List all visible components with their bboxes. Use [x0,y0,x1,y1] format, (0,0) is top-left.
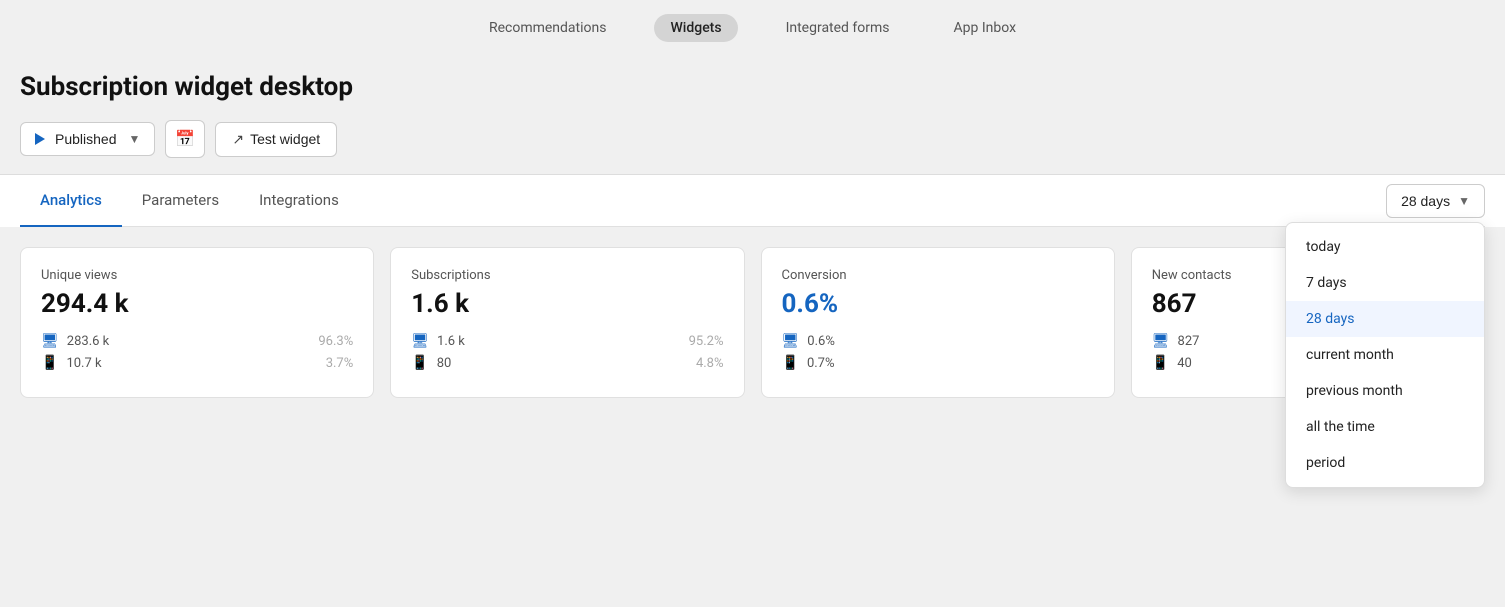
stat-row-pct: 4.8% [696,356,724,371]
mobile-icon: 📱 [41,355,58,371]
days-dropdown-menu: today7 days28 dayscurrent monthprevious … [1285,222,1485,488]
mobile-icon: 📱 [1152,355,1169,371]
stat-row-desktop: 🖥 0.6% [782,333,1094,349]
test-widget-label: Test widget [250,131,320,147]
stat-row-value: 80 [437,356,688,371]
stat-value: 294.4 k [41,289,353,319]
stat-card-subscriptions: Subscriptions 1.6 k 🖥 1.6 k 95.2% 📱 80 4.8% [390,247,744,398]
desktop-icon: 🖥 [411,333,429,349]
days-dropdown-button[interactable]: 28 days ▼ [1386,184,1485,218]
top-nav: Recommendations Widgets Integrated forms Ap… [0,0,1505,56]
tab-analytics[interactable]: Analytics [20,175,122,227]
stat-row-value: 0.6% [807,334,1085,349]
desktop-icon: 🖥 [41,333,59,349]
page-title: Subscription widget desktop [20,72,1485,102]
play-icon [35,133,45,145]
nav-item-app-inbox[interactable]: App Inbox [938,14,1033,42]
nav-item-widgets[interactable]: Widgets [654,14,737,42]
nav-item-integrated-forms[interactable]: Integrated forms [770,14,906,42]
tabs-list: AnalyticsParametersIntegrations [20,175,359,226]
stat-row-desktop: 🖥 283.6 k 96.3% [41,333,353,349]
toolbar: Published ▼ 📅 ↗ Test widget [20,120,1485,158]
stat-row-pct: 3.7% [326,356,354,371]
stat-row-mobile: 📱 80 4.8% [411,355,723,371]
cards-area: Unique views 294.4 k 🖥 283.6 k 96.3% 📱 10.7 k 3… [0,227,1505,418]
mobile-icon: 📱 [782,355,799,371]
tab-parameters[interactable]: Parameters [122,175,239,227]
calendar-icon: 📅 [175,129,195,149]
days-option-current-month[interactable]: current month [1286,337,1484,373]
days-option-period[interactable]: period [1286,445,1484,481]
stat-card-unique-views: Unique views 294.4 k 🖥 283.6 k 96.3% 📱 10.7 k 3… [20,247,374,398]
chevron-down-icon: ▼ [129,132,141,146]
stat-row-desktop: 🖥 1.6 k 95.2% [411,333,723,349]
mobile-icon: 📱 [411,355,428,371]
desktop-icon: 🖥 [782,333,800,349]
status-dropdown[interactable]: Published ▼ [20,122,155,156]
days-option-7-days[interactable]: 7 days [1286,265,1484,301]
stat-row-value: 283.6 k [67,334,311,349]
tabs-row: AnalyticsParametersIntegrations 28 days … [20,175,1485,227]
stat-row-mobile: 📱 10.7 k 3.7% [41,355,353,371]
stat-row-value: 1.6 k [437,334,681,349]
nav-item-recommendations[interactable]: Recommendations [473,14,623,42]
stat-value: 1.6 k [411,289,723,319]
stat-label: Subscriptions [411,268,723,283]
stat-value: 0.6% [782,289,1094,319]
chevron-down-icon: ▼ [1458,194,1470,208]
desktop-icon: 🖥 [1152,333,1170,349]
days-wrapper: 28 days ▼ today7 days28 dayscurrent mont… [1386,184,1485,218]
days-option-today[interactable]: today [1286,229,1484,265]
stat-card-conversion: Conversion 0.6% 🖥 0.6% 📱 0.7% [761,247,1115,398]
stat-row-pct: 95.2% [689,334,724,349]
stat-row-value: 0.7% [807,356,1086,371]
external-link-icon: ↗ [232,131,244,148]
days-option-all-the-time[interactable]: all the time [1286,409,1484,445]
days-option-28-days[interactable]: 28 days [1286,301,1484,337]
test-widget-button[interactable]: ↗ Test widget [215,122,337,157]
stat-label: Conversion [782,268,1094,283]
stat-label: Unique views [41,268,353,283]
tab-integrations[interactable]: Integrations [239,175,359,227]
days-option-previous-month[interactable]: previous month [1286,373,1484,409]
stat-row-mobile: 📱 0.7% [782,355,1094,371]
calendar-button[interactable]: 📅 [165,120,205,158]
stat-row-value: 10.7 k [66,356,317,371]
tabs-section: AnalyticsParametersIntegrations 28 days … [0,175,1505,227]
stat-row-pct: 96.3% [318,334,353,349]
days-selected-label: 28 days [1401,193,1450,209]
status-label: Published [55,131,117,147]
page-header: Subscription widget desktop Published ▼ … [0,56,1505,174]
